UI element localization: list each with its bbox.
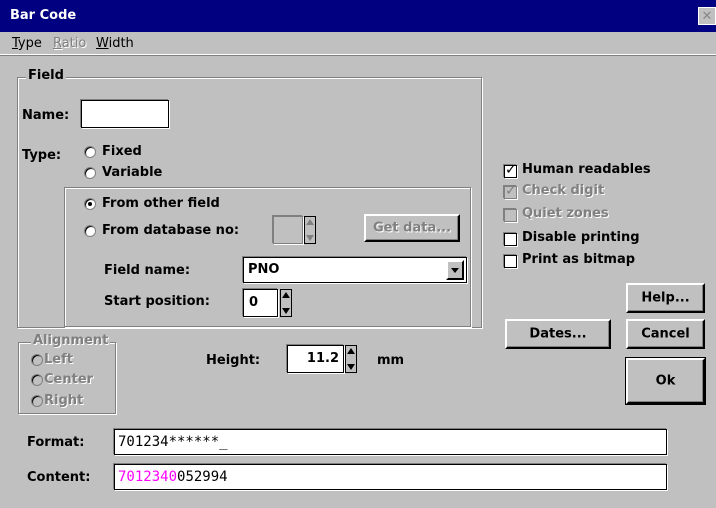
print-as-bitmap-checkbox[interactable]	[504, 255, 517, 268]
type-variable-label[interactable]: Variable	[102, 165, 162, 180]
chevron-down-icon[interactable]	[446, 260, 464, 280]
quiet-zones-checkbox	[504, 209, 517, 222]
menu-width[interactable]: Width	[96, 36, 134, 51]
menu-type[interactable]: Type	[12, 36, 42, 51]
menu-bar: Type Ratio Width	[0, 32, 716, 55]
help-button[interactable]: Help...	[626, 283, 705, 313]
alignment-label: Alignment	[31, 333, 111, 348]
ok-button[interactable]: Ok	[625, 357, 706, 405]
align-left-radio	[31, 354, 43, 366]
human-readables-label[interactable]: Human readables	[522, 162, 651, 177]
cancel-button[interactable]: Cancel	[626, 319, 705, 349]
start-position-label: Start position:	[104, 294, 210, 309]
start-position-input[interactable]: 0	[243, 289, 278, 317]
content-display: 7012340052994	[114, 464, 667, 490]
align-center-radio	[31, 374, 43, 386]
align-left-label: Left	[44, 352, 73, 367]
check-digit-checkbox: ✓	[504, 183, 517, 199]
close-icon[interactable]: ✕	[698, 7, 716, 25]
content-value: 7012340052994	[118, 469, 228, 485]
field-name-combobox[interactable]: PNO	[243, 257, 467, 283]
height-unit: mm	[377, 353, 405, 368]
align-right-label: Right	[44, 393, 84, 408]
dates-button[interactable]: Dates...	[505, 319, 611, 349]
quiet-zones-label: Quiet zones	[522, 206, 609, 221]
name-input[interactable]	[81, 100, 169, 128]
disable-printing-checkbox[interactable]	[504, 233, 517, 246]
align-right-radio	[31, 395, 43, 407]
height-spinner[interactable]	[345, 345, 357, 373]
type-fixed-label[interactable]: Fixed	[102, 144, 142, 159]
align-center-label: Center	[44, 372, 94, 387]
name-label: Name:	[22, 108, 70, 123]
disable-printing-label[interactable]: Disable printing	[522, 230, 640, 245]
format-label: Format:	[27, 435, 85, 450]
human-readables-checkbox[interactable]: ✓	[504, 162, 517, 178]
format-input[interactable]: 701234******_	[114, 429, 667, 455]
window-title: Bar Code	[10, 8, 77, 23]
print-as-bitmap-label[interactable]: Print as bitmap	[522, 252, 635, 267]
content-label: Content:	[27, 470, 91, 485]
content-rest: 052994	[177, 469, 228, 485]
database-no-spinner	[304, 216, 316, 244]
from-database-radio[interactable]	[84, 225, 96, 237]
title-bar: Bar Code ✕	[0, 0, 716, 32]
field-name-label: Field name:	[104, 263, 191, 278]
from-other-field-radio[interactable]	[84, 198, 96, 210]
height-label: Height:	[206, 353, 261, 368]
type-fixed-radio[interactable]	[84, 146, 96, 158]
database-no-input	[273, 216, 303, 244]
field-group-label: Field	[26, 68, 66, 83]
type-variable-radio[interactable]	[84, 167, 96, 179]
type-label: Type:	[22, 148, 62, 163]
menu-ratio: Ratio	[53, 36, 87, 51]
from-other-field-label[interactable]: From other field	[102, 196, 220, 211]
check-digit-label: Check digit	[522, 183, 605, 198]
content-highlight: 7012340	[118, 469, 178, 485]
start-position-spinner[interactable]	[280, 289, 292, 317]
height-input[interactable]: 11.2	[287, 345, 344, 373]
get-data-button: Get data...	[364, 214, 460, 242]
from-database-label[interactable]: From database no:	[102, 223, 239, 238]
